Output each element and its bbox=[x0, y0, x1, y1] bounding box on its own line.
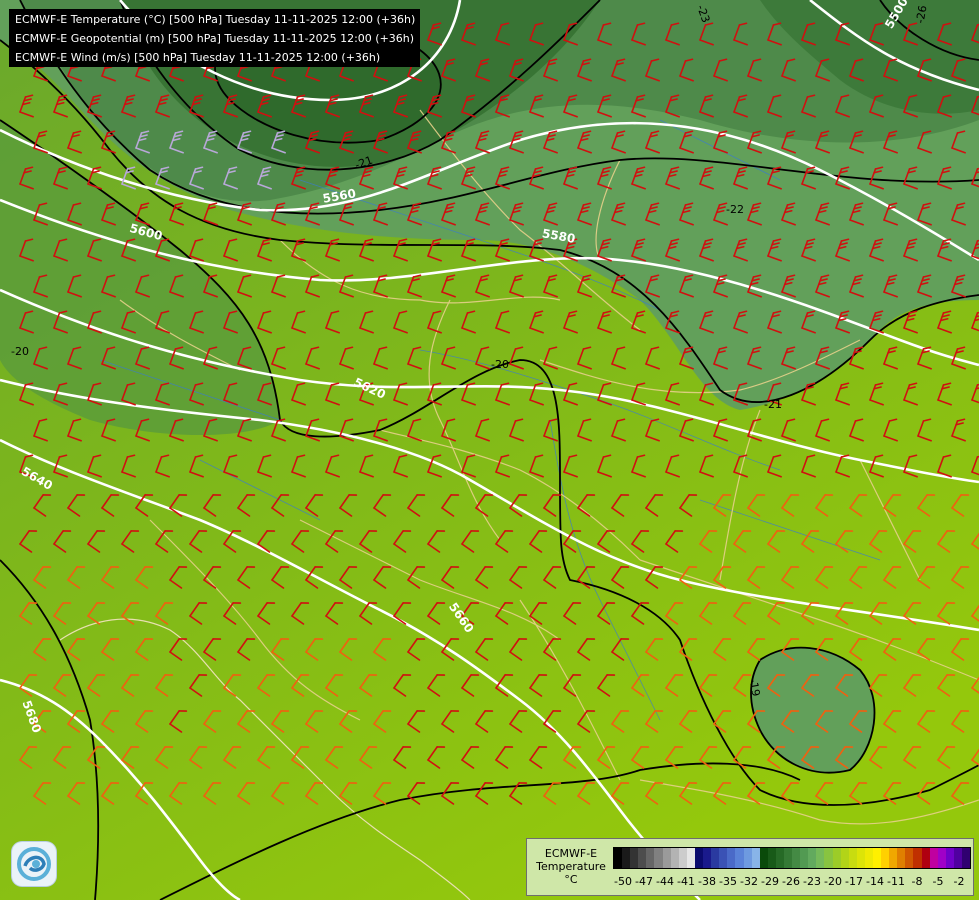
legend-color-swatch bbox=[921, 848, 930, 868]
legend-color-swatch bbox=[622, 848, 631, 868]
legend-color-swatch bbox=[751, 848, 760, 868]
legend-color-swatch bbox=[670, 848, 679, 868]
legend-color-swatch bbox=[840, 848, 849, 868]
legend-color-swatch bbox=[727, 848, 736, 868]
legend-tick-label: -5 bbox=[932, 875, 944, 888]
legend-tick-label: -11 bbox=[887, 875, 905, 888]
legend-color-swatch bbox=[775, 848, 784, 868]
legend-tick-label: -23 bbox=[803, 875, 821, 888]
legend-color-swatch bbox=[711, 848, 720, 868]
title-box: ECMWF-E Temperature (°C) [500 hPa] Tuesd… bbox=[9, 9, 420, 67]
legend-color-swatch bbox=[703, 848, 712, 868]
legend-color-swatch bbox=[694, 848, 704, 868]
legend-tick-label: -14 bbox=[866, 875, 884, 888]
legend-tick-label: -20 bbox=[824, 875, 842, 888]
isotherm-label: -20 bbox=[491, 358, 509, 371]
legend-color-swatch bbox=[905, 848, 914, 868]
legend-color-swatch bbox=[864, 848, 873, 868]
legend-tick-label: -8 bbox=[911, 875, 923, 888]
legend-color-swatch bbox=[767, 848, 776, 868]
legend-tick-label: -44 bbox=[656, 875, 674, 888]
legend-title: ECMWF-E Temperature °C bbox=[531, 847, 611, 886]
legend-color-swatch bbox=[848, 848, 857, 868]
legend-tick-labels: -50 -47 -44 -41 -38 -35 -32 -29 -26 -23 -20 -17 -14-… bbox=[613, 875, 969, 889]
legend-color-swatch bbox=[945, 848, 954, 868]
legend-color-swatch bbox=[937, 848, 946, 868]
legend-color-bar bbox=[613, 847, 971, 869]
legend-color-swatch bbox=[881, 848, 890, 868]
legend-color-swatch bbox=[816, 848, 825, 868]
isotherm-label: -20 bbox=[11, 345, 29, 358]
legend-color-swatch bbox=[743, 848, 752, 868]
legend-color-swatch bbox=[630, 848, 639, 868]
legend-color-swatch bbox=[953, 848, 963, 868]
legend-color-swatch bbox=[856, 848, 865, 868]
legend-color-swatch bbox=[646, 848, 655, 868]
legend-color-swatch bbox=[962, 848, 971, 868]
legend-color-swatch bbox=[654, 848, 663, 868]
legend-color-swatch bbox=[686, 848, 695, 868]
legend-color-swatch bbox=[832, 848, 841, 868]
isotherm-label: -21 bbox=[764, 398, 782, 411]
legend-tick-label: -50 bbox=[614, 875, 632, 888]
legend-tick-label: -29 bbox=[761, 875, 779, 888]
weather-map-view: 5500 5560 5580 5600 5620 5640 5660 5680 -26 -23 -2… bbox=[0, 0, 979, 900]
legend-tick-label: -35 bbox=[719, 875, 737, 888]
legend-color-swatch bbox=[735, 848, 744, 868]
legend-color-swatch bbox=[638, 848, 647, 868]
temperature-legend: ECMWF-E Temperature °C -50 -47 -44 -41 -38 -3… bbox=[526, 838, 974, 896]
legend-tick-label: -38 bbox=[698, 875, 716, 888]
legend-color-swatch bbox=[719, 848, 728, 868]
isotherm-label: -22 bbox=[726, 203, 744, 216]
legend-color-swatch bbox=[913, 848, 922, 868]
legend-color-swatch bbox=[824, 848, 833, 868]
ecmwf-logo-icon bbox=[12, 842, 56, 886]
legend-color-swatch bbox=[783, 848, 793, 868]
legend-color-swatch bbox=[929, 848, 938, 868]
legend-tick-label: -17 bbox=[845, 875, 863, 888]
legend-color-swatch bbox=[678, 848, 687, 868]
legend-model: ECMWF-E bbox=[544, 847, 598, 860]
legend-color-swatch bbox=[614, 848, 623, 868]
legend-color-swatch bbox=[873, 848, 882, 868]
title-temperature: ECMWF-E Temperature (°C) [500 hPa] Tuesd… bbox=[15, 13, 416, 26]
legend-color-swatch bbox=[800, 848, 809, 868]
legend-color-swatch bbox=[792, 848, 801, 868]
title-wind: ECMWF-E Wind (m/s) [500 hPa] Tuesday 11-… bbox=[15, 51, 381, 64]
legend-tick-label: -47 bbox=[635, 875, 653, 888]
legend-unit: °C bbox=[564, 873, 578, 886]
legend-color-swatch bbox=[897, 848, 906, 868]
legend-variable: Temperature bbox=[536, 860, 606, 873]
legend-tick-label: -2 bbox=[953, 875, 965, 888]
legend-color-swatch bbox=[889, 848, 898, 868]
title-geopotential: ECMWF-E Geopotential (m) [500 hPa] Tuesd… bbox=[15, 32, 415, 45]
legend-color-swatch bbox=[808, 848, 817, 868]
legend-tick-label: -41 bbox=[677, 875, 695, 888]
legend-color-swatch bbox=[662, 848, 671, 868]
legend-color-swatch bbox=[759, 848, 768, 868]
weather-map[interactable]: 55005560558056005620564056605680-26-23-2… bbox=[0, 0, 979, 900]
legend-tick-label: -26 bbox=[782, 875, 800, 888]
legend-tick-label: -32 bbox=[740, 875, 758, 888]
